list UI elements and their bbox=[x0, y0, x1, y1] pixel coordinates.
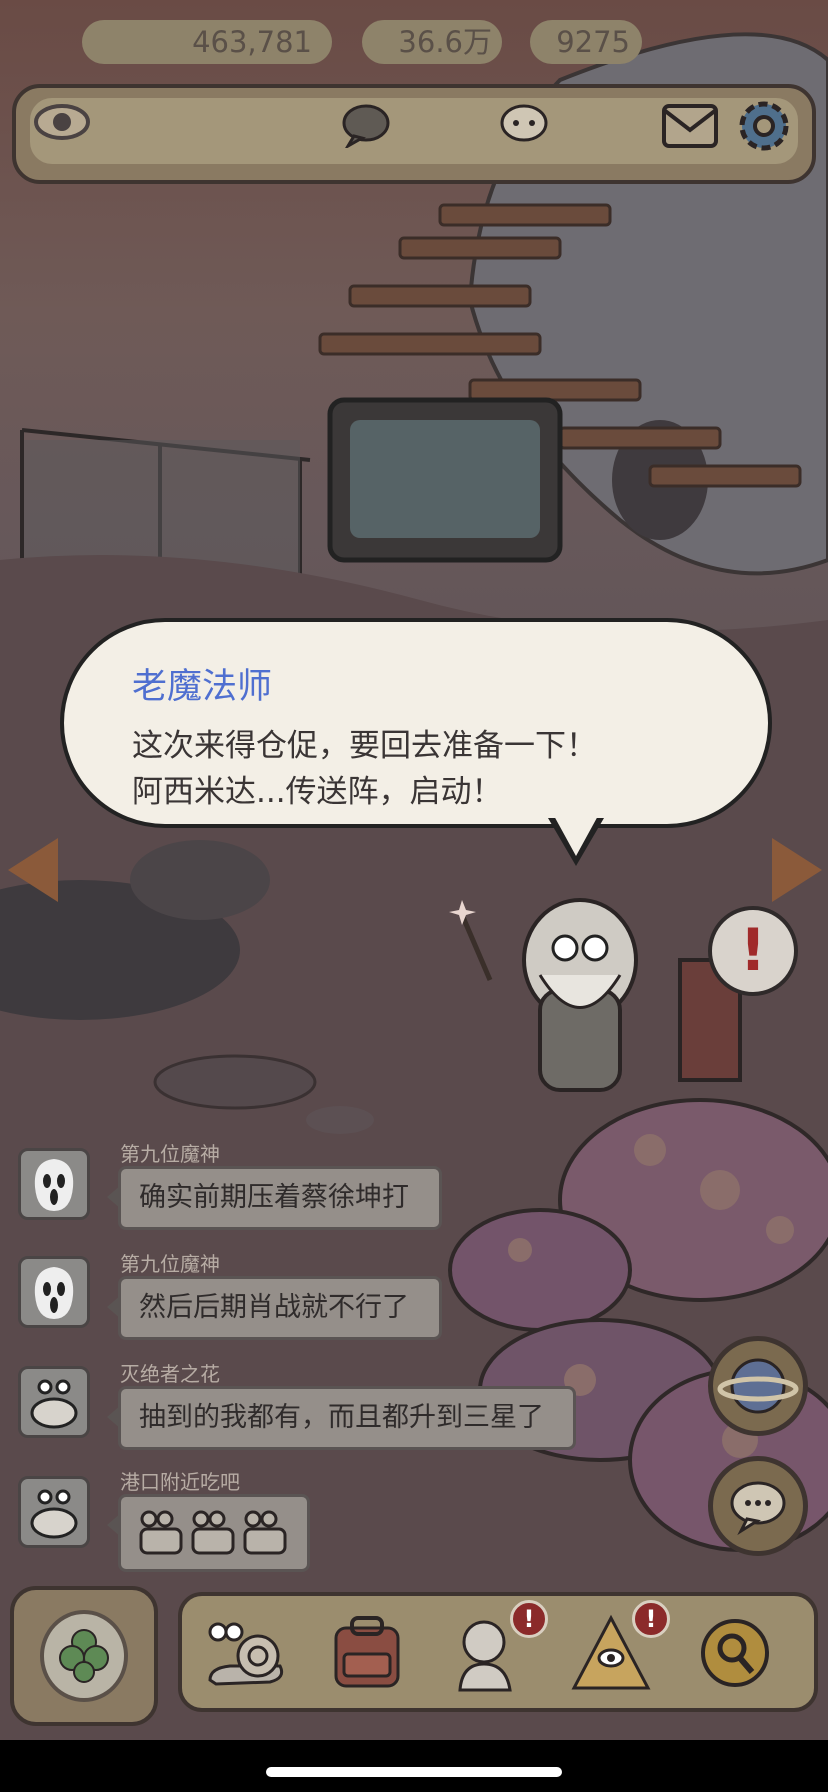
snail-avatar[interactable] bbox=[18, 1366, 90, 1438]
home-indicator[interactable] bbox=[266, 1767, 562, 1777]
mail-icon[interactable] bbox=[660, 98, 720, 152]
chat-button[interactable] bbox=[708, 1456, 808, 1556]
chat-icon bbox=[730, 1481, 786, 1536]
chat-bubble: 确实前期压着蔡徐坤打 bbox=[107, 1166, 442, 1230]
main-action-button[interactable] bbox=[10, 1586, 158, 1726]
comments-count: 36.6万 bbox=[398, 25, 492, 59]
chat-bubble bbox=[107, 1494, 310, 1572]
eye-icon bbox=[32, 98, 92, 146]
backpack-icon[interactable] bbox=[322, 1608, 412, 1698]
chat-text: 抽到的我都有，而且都升到三星了 bbox=[139, 1402, 544, 1433]
snail-stickers bbox=[137, 1507, 297, 1561]
comment-bubble-icon bbox=[340, 102, 392, 151]
snail-icon[interactable] bbox=[200, 1608, 290, 1698]
comments-stat: 36.6万 bbox=[362, 20, 502, 64]
planet-button[interactable] bbox=[708, 1336, 808, 1436]
chat-username: 灭绝者之花 bbox=[120, 1362, 220, 1386]
chat-username: 港口附近吃吧 bbox=[120, 1470, 240, 1494]
chat-username: 第九位魔神 bbox=[120, 1142, 220, 1166]
messages-stat: 9275 bbox=[530, 20, 642, 64]
speaker-name: 老魔法师 bbox=[132, 667, 273, 707]
snail-avatar[interactable] bbox=[18, 1476, 90, 1548]
alert-bubble[interactable]: ! bbox=[708, 906, 798, 996]
chat-bubble: 抽到的我都有，而且都升到三星了 bbox=[107, 1386, 576, 1450]
messages-count: 9275 bbox=[556, 25, 630, 59]
chat-bubble: 然后后期肖战就不行了 bbox=[107, 1276, 442, 1340]
planet-icon bbox=[717, 1358, 799, 1414]
statue-badge: ! bbox=[510, 1600, 548, 1638]
chat-text: 然后后期肖战就不行了 bbox=[139, 1292, 409, 1323]
dialog-line-1: 这次来得仓促，要回去准备一下！ bbox=[132, 728, 597, 764]
views-stat: 463,781 bbox=[82, 20, 332, 64]
next-scene-arrow[interactable] bbox=[772, 838, 822, 902]
chat-username: 第九位魔神 bbox=[120, 1252, 220, 1276]
gear-icon[interactable] bbox=[734, 96, 794, 156]
views-count: 463,781 bbox=[192, 25, 312, 59]
speech-bubble-icon bbox=[498, 102, 550, 148]
dialog-line-2: 阿西米达...传送阵，启动！ bbox=[132, 774, 503, 810]
pyramid-badge: ! bbox=[632, 1600, 670, 1638]
magnifier-coin-icon[interactable] bbox=[690, 1608, 780, 1698]
ghostface-avatar[interactable] bbox=[18, 1256, 90, 1328]
dialog-bubble-tail-fill bbox=[553, 814, 599, 856]
home-indicator-area bbox=[0, 1740, 828, 1792]
ghostface-avatar[interactable] bbox=[18, 1148, 90, 1220]
prev-scene-arrow[interactable] bbox=[8, 838, 58, 902]
alert-mark: ! bbox=[739, 916, 767, 984]
herb-icon bbox=[40, 1610, 128, 1702]
chat-text: 确实前期压着蔡徐坤打 bbox=[139, 1182, 409, 1213]
game-scene: ! 463,781 36.6万 9275 老魔法师 这次来得仓促，要回去准备一下… bbox=[0, 0, 828, 1740]
